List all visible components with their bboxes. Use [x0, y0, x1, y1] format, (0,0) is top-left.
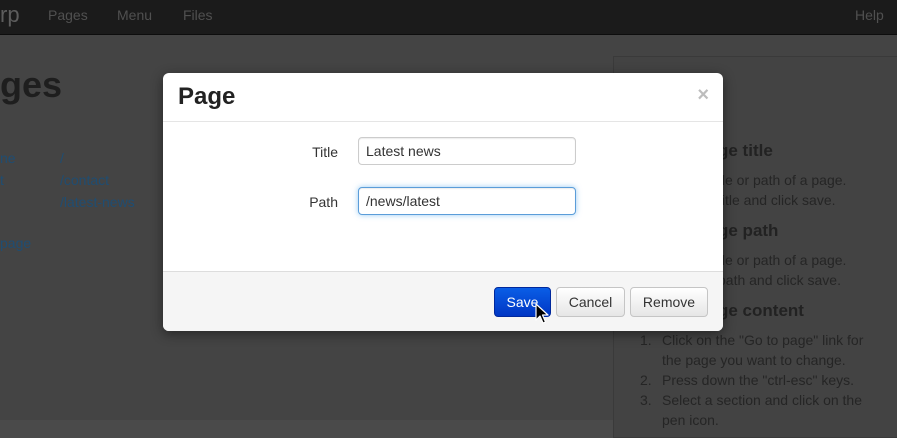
help-text: path and click save. — [718, 272, 841, 288]
page-list-path[interactable]: / — [60, 150, 64, 166]
help-text: tle or path of a page. — [718, 172, 847, 188]
help-step-number: 1. — [640, 332, 652, 348]
help-text: tle or path of a page. — [718, 252, 847, 268]
nav-link-files[interactable]: Files — [183, 7, 213, 23]
help-step-text: Click on the "Go to page" link for — [662, 332, 864, 348]
path-label: Path — [309, 194, 338, 210]
help-step-number: 3. — [640, 392, 652, 408]
page-list-path[interactable]: /contact — [60, 172, 109, 188]
title-input[interactable] — [358, 137, 576, 165]
navbar: rp Pages Menu Files Help — [0, 0, 897, 35]
brand-logo[interactable]: rp — [0, 2, 20, 28]
mouse-pointer-icon — [535, 303, 549, 324]
modal-footer: Save Cancel Remove — [163, 271, 723, 331]
page-list-name[interactable]: t — [0, 172, 4, 188]
remove-button[interactable]: Remove — [630, 287, 708, 317]
cancel-button[interactable]: Cancel — [556, 287, 625, 317]
page-title: ges — [0, 64, 63, 105]
help-step-text: the page you want to change. — [662, 352, 846, 368]
modal-title: Page — [178, 83, 236, 110]
title-label: Title — [312, 144, 338, 160]
help-step-text: Select a section and click on the — [662, 392, 863, 408]
help-step-text: Press down the "ctrl-esc" keys. — [662, 372, 855, 388]
new-page-link[interactable]: page — [0, 235, 31, 251]
help-step-text: pen icon. — [662, 412, 719, 428]
nav-link-menu[interactable]: Menu — [117, 7, 152, 23]
nav-link-pages[interactable]: Pages — [48, 7, 88, 23]
help-text: title and click save. — [718, 192, 836, 208]
help-section-heading: ge title — [718, 141, 773, 160]
close-icon[interactable]: × — [697, 85, 709, 105]
modal-header: Page × — [163, 73, 723, 122]
page-list-name[interactable]: ne — [0, 150, 16, 166]
page-list-path[interactable]: /latest-news — [60, 194, 135, 210]
help-section-heading: ge content — [718, 301, 804, 320]
path-input[interactable] — [358, 187, 576, 215]
page-edit-modal: Page × Title Path Save Cancel Remove — [163, 73, 723, 331]
nav-link-help[interactable]: Help — [855, 7, 884, 23]
help-section-heading: ge path — [718, 221, 779, 240]
help-step-number: 2. — [640, 372, 652, 388]
